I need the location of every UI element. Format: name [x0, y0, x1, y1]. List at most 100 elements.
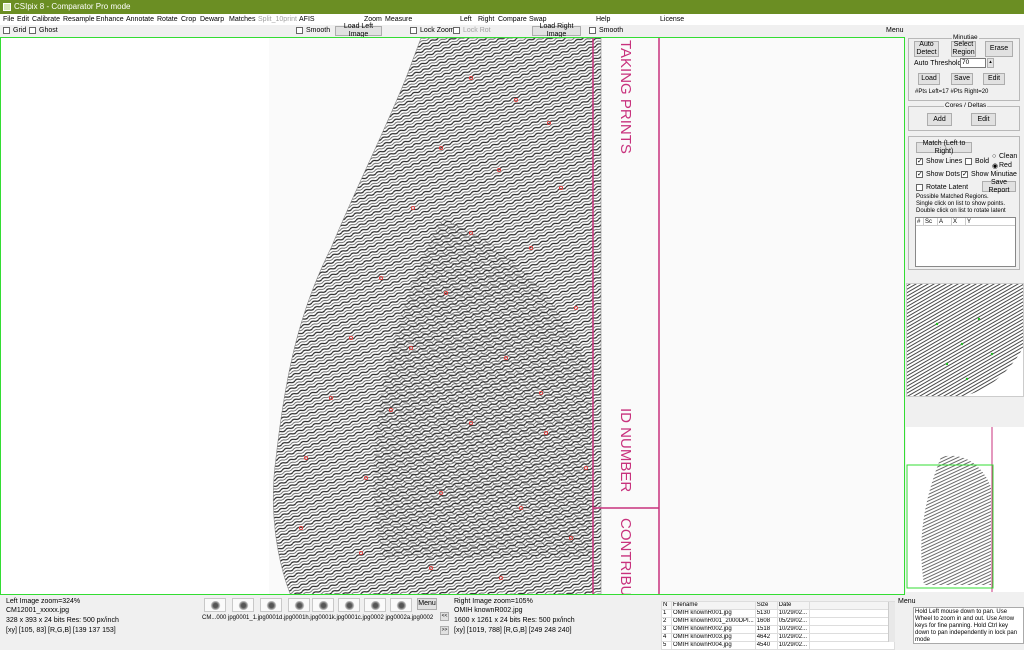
view-toolbar: Grid Ghost Smooth Load Left Image Lock Z… — [0, 23, 1024, 38]
cell: OMIH knownR001.jpg — [671, 609, 756, 618]
load-minutiae-button[interactable]: Load — [918, 73, 940, 85]
edit-core-button[interactable]: Edit — [971, 113, 996, 126]
filmstrip-thumb[interactable] — [312, 598, 334, 612]
col-x[interactable]: X — [952, 218, 966, 225]
menu-left[interactable]: Left — [460, 15, 472, 24]
auto-detect-button[interactable]: Auto Detect — [914, 41, 939, 57]
table-row[interactable]: 1 OMIH knownR001.jpg 5130 10/29/02... — [661, 609, 896, 618]
file-list-menu[interactable]: Menu — [898, 598, 916, 605]
col-size[interactable]: Size — [754, 601, 778, 610]
file-list[interactable]: N Filename Size Date 1 OMIH knownR001.jpg… — [661, 601, 896, 650]
show-lines-checkbox[interactable] — [916, 157, 923, 166]
col-date[interactable]: Date — [776, 601, 810, 610]
filmstrip-thumb[interactable] — [364, 598, 386, 612]
show-minutiae-label: Show Minutiae — [971, 171, 1017, 178]
right-image-thumbnail[interactable] — [906, 427, 1024, 592]
lock-rot-label: Lock Rot — [463, 27, 491, 34]
menu-annotate[interactable]: Annotate — [126, 15, 154, 24]
card-label-contribut: CONTRIBUT — [617, 518, 634, 595]
menu-afis[interactable]: AFIS — [299, 15, 315, 24]
col-num[interactable]: # — [916, 218, 924, 225]
save-report-button[interactable]: Save Report — [982, 179, 1016, 194]
menu-rotate[interactable]: Rotate — [157, 15, 178, 24]
cell: 10/29/02... — [776, 609, 810, 618]
filmstrip-thumb[interactable] — [338, 598, 360, 612]
match-list-header: # Sc A X Y — [916, 218, 1015, 226]
match-left-to-right-button[interactable]: Match (Left to Right) — [916, 140, 972, 155]
minutiae-group-title: Minutiae — [952, 34, 979, 41]
table-row[interactable]: 2 OMIH knownR001_2000DPI... 1608 05/29/02..… — [661, 617, 896, 626]
load-right-image-button[interactable]: Load Right Image — [532, 23, 581, 38]
col-y[interactable]: Y — [966, 218, 980, 225]
filmstrip-thumb[interactable] — [288, 598, 310, 612]
lock-zoom-checkbox[interactable] — [410, 27, 417, 34]
threshold-spinner[interactable]: ▴ — [987, 58, 994, 68]
cell: 4 — [661, 633, 672, 642]
threshold-input[interactable]: 70 — [960, 58, 986, 68]
menu-calibrate[interactable]: Calibrate — [32, 15, 60, 24]
fingerprint-image[interactable]: TAKING PRINTS ID NUMBER CONTRIBUT — [1, 38, 905, 595]
menu-license[interactable]: License — [660, 15, 684, 24]
erase-button[interactable]: Erase — [985, 41, 1013, 57]
cell: OMIH knownR001_2000DPI... — [671, 617, 756, 626]
menu-measure[interactable]: Measure — [385, 15, 412, 24]
cores-deltas-group — [908, 106, 1020, 131]
filmstrip-next-button[interactable]: >> — [440, 626, 449, 635]
cell — [808, 617, 896, 626]
rotate-latent-checkbox[interactable] — [916, 184, 923, 191]
col-n[interactable]: N — [661, 601, 672, 610]
col-filename[interactable]: Filename — [671, 601, 756, 610]
table-row[interactable]: 5 OMIH knownR004.jpg 4540 10/29/02... — [661, 641, 896, 650]
filmstrip-thumb[interactable] — [204, 598, 226, 612]
show-minutiae-checkbox[interactable] — [961, 170, 968, 179]
filmstrip-prev-button[interactable]: << — [440, 612, 449, 621]
app-icon — [3, 3, 11, 11]
clean-radio[interactable]: ○ — [992, 153, 996, 160]
match-list[interactable]: # Sc A X Y — [915, 217, 1016, 267]
load-left-image-button[interactable]: Load Left Image — [335, 23, 382, 38]
menu-resample[interactable]: Resample — [63, 15, 95, 24]
show-dots-checkbox[interactable] — [916, 170, 923, 179]
filmstrip-thumb[interactable] — [232, 598, 254, 612]
table-row[interactable]: 4 OMIH knownR003.jpg 4642 10/29/02... — [661, 633, 896, 642]
menu-crop[interactable]: Crop — [181, 15, 196, 24]
add-core-button[interactable]: Add — [927, 113, 952, 126]
col-spacer — [808, 601, 896, 610]
select-region-button[interactable]: Select Region — [951, 41, 976, 57]
bold-label: Bold — [975, 158, 990, 165]
table-row[interactable]: 3 OMIH knownR002.jpg 1518 10/29/02... — [661, 625, 896, 634]
ghost-checkbox[interactable] — [29, 27, 36, 34]
smooth-left-label: Smooth — [306, 27, 331, 34]
edit-minutiae-button[interactable]: Edit — [983, 73, 1005, 85]
cell: 3 — [661, 625, 672, 634]
col-angle[interactable]: A — [938, 218, 952, 225]
bold-checkbox[interactable] — [965, 158, 972, 165]
menu-matches[interactable]: Matches — [229, 15, 255, 24]
filmstrip-menu-button[interactable]: Menu — [417, 598, 437, 610]
grid-checkbox[interactable] — [3, 27, 10, 34]
file-list-scrollbar[interactable] — [888, 602, 895, 642]
left-image-thumbnail[interactable] — [906, 283, 1024, 397]
cell: 2 — [661, 617, 672, 626]
save-minutiae-button[interactable]: Save — [951, 73, 973, 85]
menu-right[interactable]: Right — [478, 15, 494, 24]
red-radio[interactable]: ◉ — [992, 162, 998, 170]
grid-label: Grid — [13, 27, 27, 34]
lock-zoom-label: Lock Zoom — [420, 27, 455, 34]
filmstrip-thumb[interactable] — [390, 598, 412, 612]
smooth-right-checkbox[interactable] — [589, 27, 596, 34]
menu-dewarp[interactable]: Dewarp — [200, 15, 224, 24]
menu-file[interactable]: File — [3, 15, 14, 24]
menu-split-10print[interactable]: Split_10print — [258, 15, 297, 24]
col-score[interactable]: Sc — [924, 218, 938, 225]
viewer-menu[interactable]: Menu — [886, 27, 904, 34]
left-image-header: Left Image zoom=324% — [6, 598, 81, 605]
lock-rot-checkbox[interactable] — [453, 27, 460, 34]
menu-edit[interactable]: Edit — [17, 15, 29, 24]
menu-compare[interactable]: Compare — [498, 15, 527, 24]
filmstrip-thumb[interactable] — [260, 598, 282, 612]
menu-help[interactable]: Help — [596, 15, 610, 24]
smooth-left-checkbox[interactable] — [296, 27, 303, 34]
image-viewer[interactable]: TAKING PRINTS ID NUMBER CONTRIBUT — [0, 37, 905, 595]
menu-enhance[interactable]: Enhance — [96, 15, 124, 24]
